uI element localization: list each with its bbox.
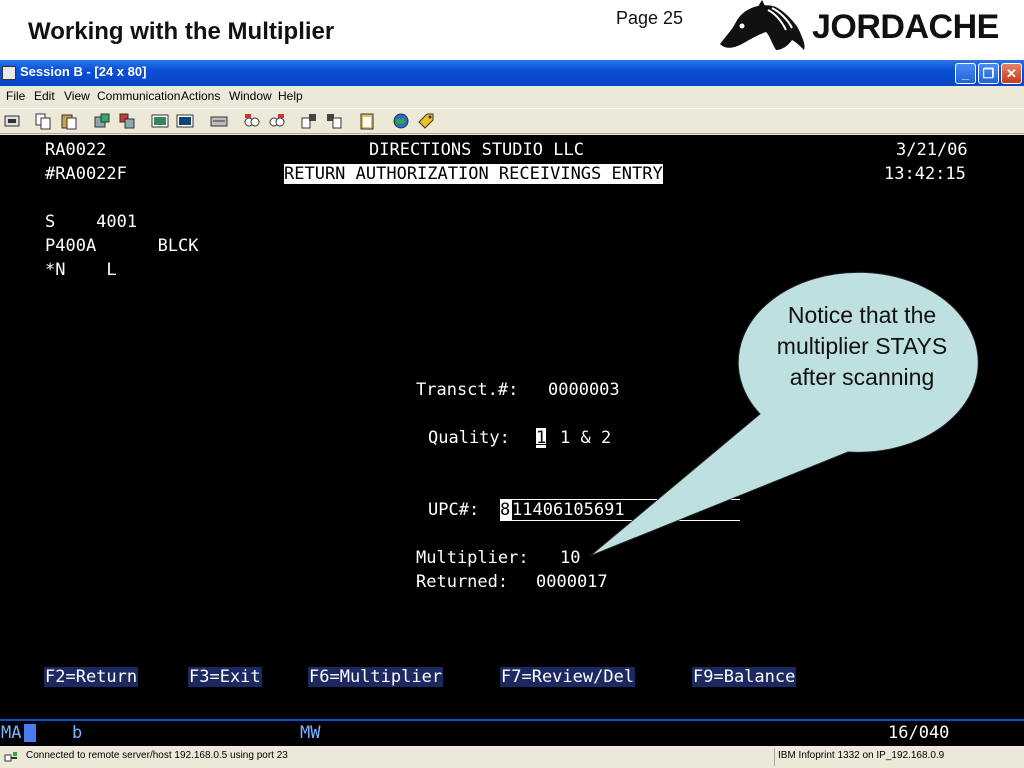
send-icon[interactable]	[93, 112, 111, 130]
status-bar: Connected to remote server/host 192.168.…	[0, 746, 1024, 768]
f6-multiplier-key[interactable]: F6=Multiplier	[308, 667, 444, 687]
format-id: #RA0022F	[45, 164, 127, 184]
f9-balance-key[interactable]: F9=Balance	[692, 667, 797, 687]
tag-icon[interactable]	[417, 112, 435, 130]
screen-time: 13:42:15	[884, 164, 966, 184]
transact-label: Transct.#:	[416, 380, 519, 400]
oia-cursor	[24, 724, 36, 742]
display-2-icon[interactable]	[176, 112, 194, 130]
screen-date: 3/21/06	[896, 140, 968, 160]
menu-bar: File Edit View Communication Actions Win…	[0, 86, 1024, 108]
callout-text: Notice that the multiplier STAYS after s…	[776, 302, 948, 390]
terminal-screen[interactable]: RA0022 DIRECTIONS STUDIO LLC 3/21/06 #RA…	[0, 135, 1024, 719]
menu-file[interactable]: File	[6, 89, 25, 103]
multiplier-value: 10	[560, 548, 581, 568]
play-macro-icon[interactable]	[268, 112, 286, 130]
operator-info-area: MA b MW 16/040	[0, 719, 1024, 746]
printer-status: IBM Infoprint 1332 on IP_192.168.0.9	[778, 750, 945, 761]
menu-window[interactable]: Window	[229, 89, 272, 103]
minimize-button[interactable]: _	[955, 63, 976, 84]
window-title: Session B - [24 x 80]	[20, 64, 147, 79]
screen-title: RETURN AUTHORIZATION RECEIVINGS ENTRY	[284, 164, 663, 184]
upc-input[interactable]: 8 11406105691	[500, 499, 740, 521]
status-line: *N L	[45, 260, 117, 280]
upc-first-digit: 8	[500, 500, 511, 520]
oia-mw: MW	[300, 723, 321, 743]
quality-input[interactable]: 1	[536, 428, 547, 448]
quality-label: Quality:	[428, 428, 510, 448]
transact-value: 0000003	[548, 380, 620, 400]
display-icon[interactable]	[151, 112, 169, 130]
quality-options: 1 & 2	[560, 428, 612, 448]
status-divider	[774, 748, 775, 766]
menu-actions[interactable]: Actions	[181, 89, 220, 103]
f2-return-key[interactable]: F2=Return	[44, 667, 139, 687]
menu-edit[interactable]: Edit	[34, 89, 55, 103]
connection-status: Connected to remote server/host 192.168.…	[26, 750, 288, 761]
restore-button[interactable]: ❐	[978, 63, 999, 84]
terminal-display: RA0022 DIRECTIONS STUDIO LLC 3/21/06 #RA…	[32, 135, 992, 719]
session-icon[interactable]	[2, 66, 16, 80]
menu-communication[interactable]: Communication	[97, 89, 180, 103]
connection-icon	[4, 752, 17, 762]
menu-help[interactable]: Help	[278, 89, 303, 103]
returned-value: 0000017	[536, 572, 608, 592]
clipboard-icon[interactable]	[358, 112, 376, 130]
keyboard-icon[interactable]	[210, 112, 228, 130]
oia-b: b	[72, 723, 83, 743]
upc-label: UPC#:	[428, 500, 480, 520]
copy-icon[interactable]	[34, 112, 52, 130]
print-screen-icon[interactable]	[3, 112, 21, 130]
terminal-window: Session B - [24 x 80] _ ❐ ✕ File Edit Vi…	[0, 60, 1024, 768]
globe-icon[interactable]	[392, 112, 410, 130]
returned-label: Returned:	[416, 572, 509, 592]
company-name: DIRECTIONS STUDIO LLC	[369, 140, 584, 160]
f7-review-del-key[interactable]: F7=Review/Del	[500, 667, 636, 687]
slide-title: Working with the Multiplier	[28, 18, 335, 45]
oia-ma: MA	[1, 723, 22, 743]
transfer-icon[interactable]	[300, 112, 318, 130]
toolbar	[0, 108, 1024, 134]
multiplier-label: Multiplier:	[416, 548, 529, 568]
page-number: Page 25	[616, 8, 684, 28]
transfer-2-icon[interactable]	[325, 112, 343, 130]
program-id: RA0022	[45, 140, 107, 160]
cursor-position: 16/040	[888, 723, 950, 743]
title-bar[interactable]: Session B - [24 x 80] _ ❐ ✕	[0, 60, 1024, 86]
style-color-line: P400A BLCK	[45, 236, 199, 256]
close-button[interactable]: ✕	[1001, 63, 1022, 84]
f3-exit-key[interactable]: F3=Exit	[188, 667, 262, 687]
record-macro-icon[interactable]	[243, 112, 261, 130]
receive-icon[interactable]	[118, 112, 136, 130]
paste-icon[interactable]	[60, 112, 78, 130]
brand-logo-text: JORDACHE	[812, 8, 999, 46]
menu-view[interactable]: View	[64, 89, 90, 103]
store-line: S 4001	[45, 212, 138, 232]
upc-value: 11406105691	[512, 500, 740, 520]
